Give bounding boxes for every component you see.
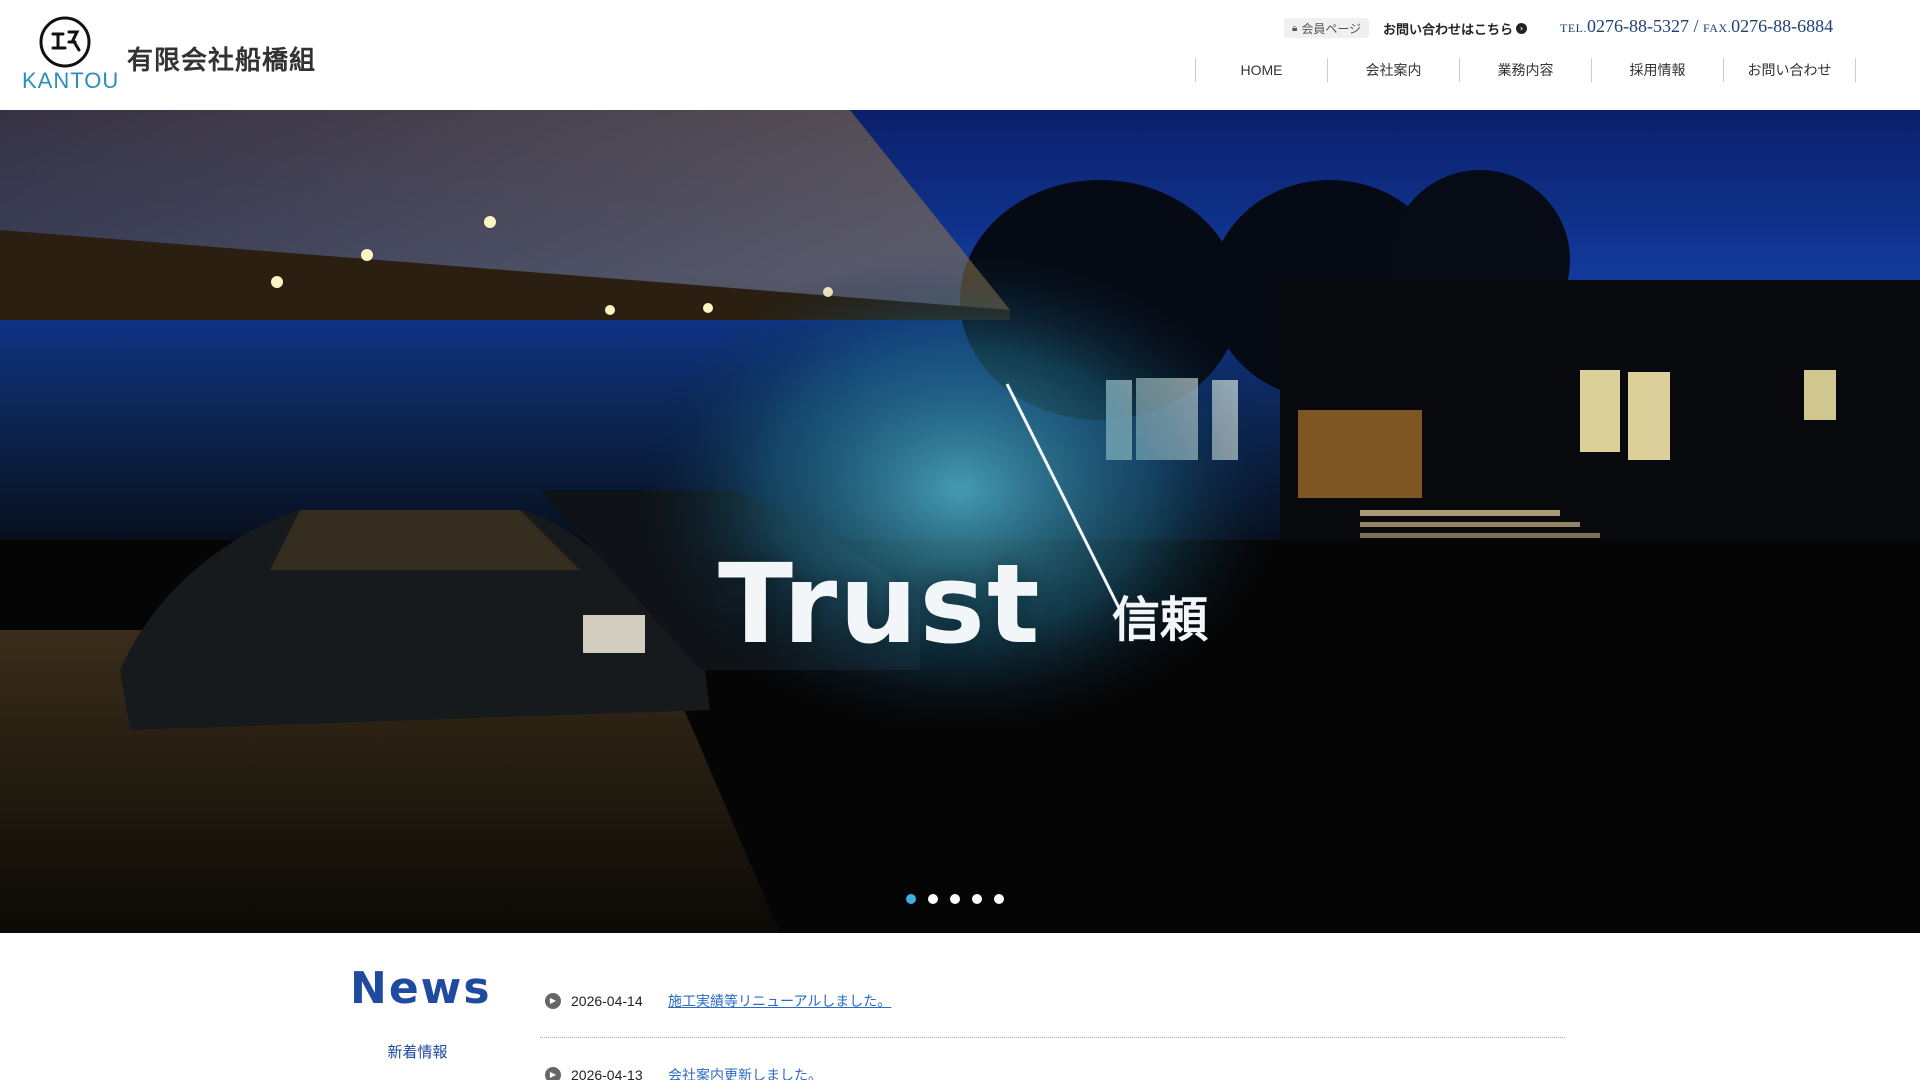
member-page-link[interactable]: 🔒︎ 会員ページ (1284, 18, 1370, 38)
news-item: ▶ 2026-04-14 施工実績等リニューアルしました。 (545, 991, 891, 1011)
nav-item-recruit[interactable]: 採用情報 (1592, 58, 1724, 82)
news-item: ▶ 2026-04-13 会社案内更新しました。 (545, 1065, 822, 1080)
nav-item-contact[interactable]: お問い合わせ (1724, 58, 1856, 82)
fax-number: 0276-88-6884 (1731, 16, 1834, 36)
lock-icon: 🔒︎ (1292, 22, 1298, 34)
company-name[interactable]: 有限会社船橋組 (127, 40, 316, 77)
main-nav: HOME 会社案内 業務内容 採用情報 お問い合わせ (1195, 58, 1856, 82)
contact-link-label: お問い合わせはこちら (1383, 22, 1514, 38)
news-subheading: 新着情報 (387, 1043, 448, 1061)
slider-pagination (906, 894, 1004, 904)
news-heading: News (350, 963, 492, 1014)
chevron-right-icon: › (1516, 22, 1528, 34)
tel-label: TEL. (1560, 21, 1587, 35)
news-section: News 新着情報 ▶ 2026-04-14 施工実績等リニューアルしました。 … (0, 933, 1920, 1080)
logo-mark-icon (39, 16, 91, 68)
site-header: KANTOU 有限会社船橋組 🔒︎ 会員ページ お問い合わせはこちら › TEL… (0, 0, 1920, 110)
news-link[interactable]: 施工実績等リニューアルしました。 (668, 991, 891, 1011)
nav-item-home[interactable]: HOME (1196, 58, 1328, 82)
nav-item-company[interactable]: 会社案内 (1328, 58, 1460, 82)
news-date: 2026-04-13 (571, 1067, 643, 1080)
slider-dot-5[interactable] (994, 894, 1004, 904)
hero-slogan: Trust (718, 540, 1042, 668)
play-icon: ▶ (545, 993, 561, 1009)
news-divider (540, 1037, 1565, 1038)
fax-label: FAX. (1703, 21, 1732, 35)
phone-separator: / (1689, 16, 1704, 36)
member-link-label: 会員ページ (1301, 21, 1362, 36)
news-link[interactable]: 会社案内更新しました。 (668, 1065, 822, 1080)
contact-link[interactable]: お問い合わせはこちら › (1383, 18, 1528, 38)
slogan-divider-line (1005, 383, 1122, 611)
nav-item-services[interactable]: 業務内容 (1460, 58, 1592, 82)
hero-slogan-jp: 信頼 (1112, 592, 1209, 648)
slider-dot-1[interactable] (906, 894, 916, 904)
phone-fax-info: TEL.0276-88-5327 / FAX.0276-88-6884 (1560, 16, 1833, 37)
slider-dot-2[interactable] (928, 894, 938, 904)
slider-dot-3[interactable] (950, 894, 960, 904)
hero-slider: Trust 信頼 (0, 110, 1920, 933)
slider-dot-4[interactable] (972, 894, 982, 904)
news-date: 2026-04-14 (571, 993, 643, 1009)
tel-number[interactable]: 0276-88-5327 (1587, 16, 1689, 36)
site-logo[interactable]: KANTOU (22, 16, 118, 93)
logo-text: KANTOU (22, 68, 120, 93)
play-icon: ▶ (545, 1067, 561, 1080)
